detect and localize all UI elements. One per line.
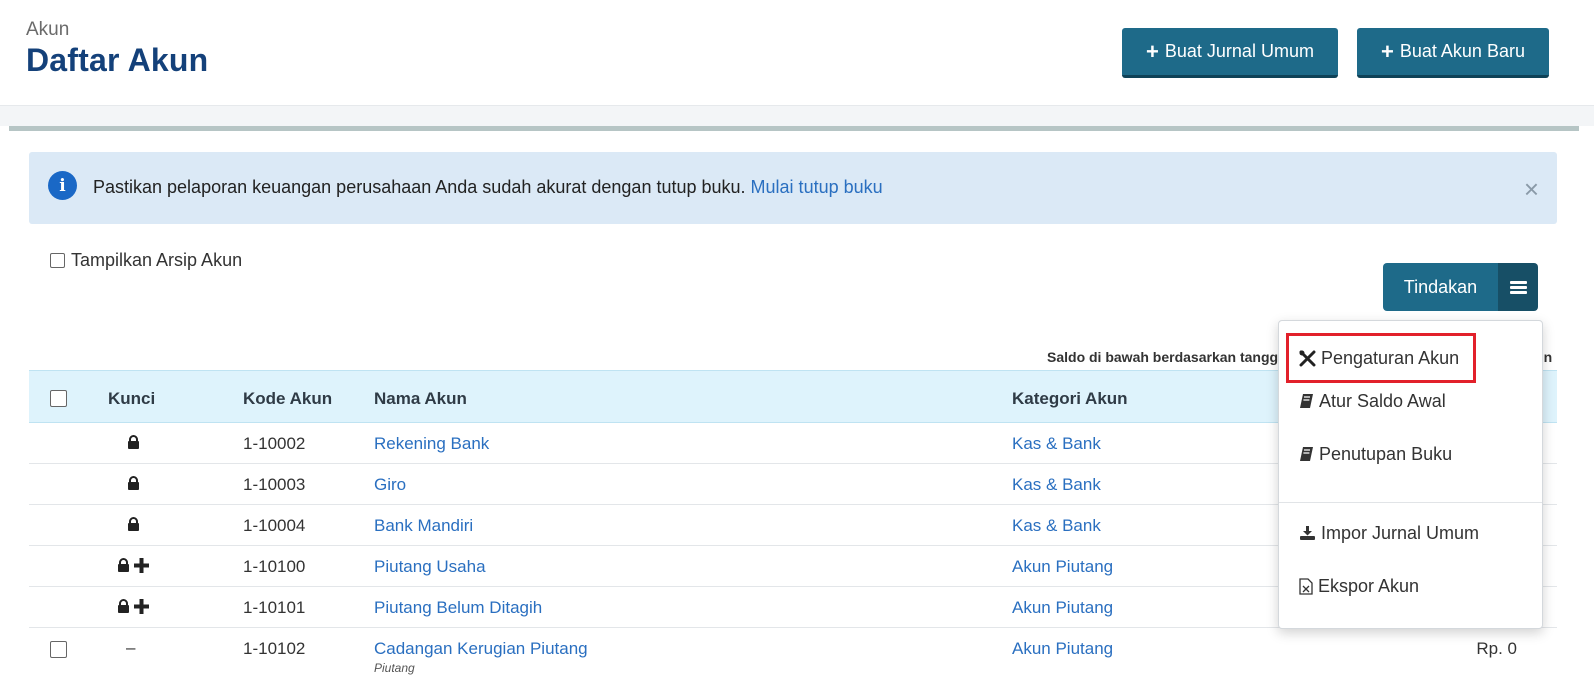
account-name-link[interactable]: Giro (374, 475, 406, 495)
lock-cell (108, 558, 158, 573)
menu-item-import-journal[interactable]: Impor Jurnal Umum (1299, 518, 1479, 548)
account-subtype: Piutang (374, 661, 415, 675)
menu-item-label: Ekspor Akun (1318, 575, 1420, 596)
lock-icon (127, 435, 139, 449)
alert-text: Pastikan pelaporan keuangan perusahaan A… (93, 177, 746, 197)
account-code: 1-10002 (243, 434, 306, 453)
create-general-journal-label: Buat Jurnal Umum (1164, 41, 1314, 61)
balance-date-note: Saldo di bawah berdasarkan tangg (1047, 349, 1279, 365)
lock-icon (118, 599, 129, 613)
select-all-checkbox[interactable] (50, 390, 67, 407)
show-archive-checkbox[interactable] (50, 253, 65, 268)
account-category-link[interactable]: Kas & Bank (1012, 434, 1101, 454)
create-general-journal-button[interactable]: + Buat Jurnal Umum (1122, 28, 1338, 78)
lock-cell (108, 435, 158, 450)
info-alert: i Pastikan pelaporan keuangan perusahaan… (29, 152, 1557, 224)
column-header-kategori[interactable]: Kategori Akun (1012, 389, 1128, 409)
account-code: 1-10004 (243, 516, 306, 535)
account-category-link[interactable]: Akun Piutang (1012, 598, 1113, 618)
account-code: 1-10102 (243, 639, 306, 658)
menu-item-label: Pengaturan Akun (1321, 347, 1460, 368)
panel-top-border (9, 126, 1579, 131)
menu-item-export-accounts[interactable]: Ekspor Akun (1299, 571, 1419, 601)
header-separator (0, 106, 1594, 126)
account-code: 1-10003 (243, 475, 306, 494)
column-header-kunci[interactable]: Kunci (108, 389, 155, 409)
menu-item-label: Penutupan Buku (1319, 443, 1453, 464)
create-account-button[interactable]: + Buat Akun Baru (1357, 28, 1549, 78)
plus-icon: + (1146, 38, 1159, 64)
lock-cell (108, 476, 158, 491)
plus-icon (134, 599, 149, 614)
show-archive-label: Tampilkan Arsip Akun (71, 250, 243, 270)
lock-cell (108, 599, 158, 614)
lock-icon (127, 517, 139, 531)
account-category-link[interactable]: Kas & Bank (1012, 516, 1101, 536)
start-closing-books-link[interactable]: Mulai tutup buku (751, 177, 883, 197)
menu-item-label: Atur Saldo Awal (1319, 390, 1446, 411)
lock-cell (108, 517, 158, 532)
excel-file-icon (1299, 577, 1313, 595)
menu-item-opening-balance[interactable]: Atur Saldo Awal (1299, 386, 1446, 416)
actions-menu-toggle[interactable] (1498, 263, 1538, 311)
tools-icon (1299, 350, 1316, 367)
account-name-link[interactable]: Bank Mandiri (374, 516, 473, 536)
page-title: Daftar Akun (26, 42, 209, 78)
account-category-link[interactable]: Akun Piutang (1012, 557, 1113, 577)
account-name-link[interactable]: Cadangan Kerugian Piutang (374, 639, 588, 659)
account-code: 1-10100 (243, 557, 306, 576)
account-code: 1-10101 (243, 598, 306, 617)
menu-divider (1279, 502, 1542, 503)
menu-item-closing-books[interactable]: Penutupan Buku (1299, 439, 1452, 469)
account-category-link[interactable]: Akun Piutang (1012, 639, 1113, 659)
show-archive-toggle[interactable]: Tampilkan Arsip Akun (50, 250, 242, 271)
book-icon (1299, 446, 1314, 462)
menu-item-label: Impor Jurnal Umum (1321, 522, 1480, 543)
account-name-link[interactable]: Piutang Belum Ditagih (374, 598, 542, 618)
table-row: – 1-10102 Cadangan Kerugian Piutang Piut… (29, 628, 1557, 675)
alert-message: Pastikan pelaporan keuangan perusahaan A… (93, 177, 883, 198)
lock-icon (118, 558, 129, 572)
lock-icon (127, 476, 139, 490)
download-icon (1299, 525, 1316, 541)
actions-button[interactable]: Tindakan (1383, 263, 1498, 311)
account-name-link[interactable]: Rekening Bank (374, 434, 489, 454)
no-lock-indicator: – (126, 638, 136, 657)
account-balance: Rp. 0 (1476, 639, 1517, 658)
close-icon[interactable]: × (1524, 176, 1539, 202)
create-account-label: Buat Akun Baru (1399, 41, 1525, 61)
menu-item-account-settings[interactable]: Pengaturan Akun (1286, 333, 1476, 383)
breadcrumb[interactable]: Akun (26, 19, 69, 41)
account-name-link[interactable]: Piutang Usaha (374, 557, 486, 577)
column-header-kode[interactable]: Kode Akun (243, 389, 332, 409)
row-checkbox[interactable] (50, 641, 67, 658)
hamburger-icon (1509, 280, 1527, 294)
page-header: Akun Daftar Akun + Buat Jurnal Umum + Bu… (0, 0, 1594, 106)
plus-icon (134, 558, 149, 573)
actions-button-group[interactable]: Tindakan (1383, 263, 1538, 311)
book-icon (1299, 393, 1314, 409)
column-header-nama[interactable]: Nama Akun (374, 389, 467, 409)
account-category-link[interactable]: Kas & Bank (1012, 475, 1101, 495)
info-icon: i (48, 171, 77, 200)
plus-icon: + (1381, 38, 1394, 64)
actions-dropdown-menu: Pengaturan Akun Atur Saldo Awal Penutupa… (1278, 320, 1543, 629)
